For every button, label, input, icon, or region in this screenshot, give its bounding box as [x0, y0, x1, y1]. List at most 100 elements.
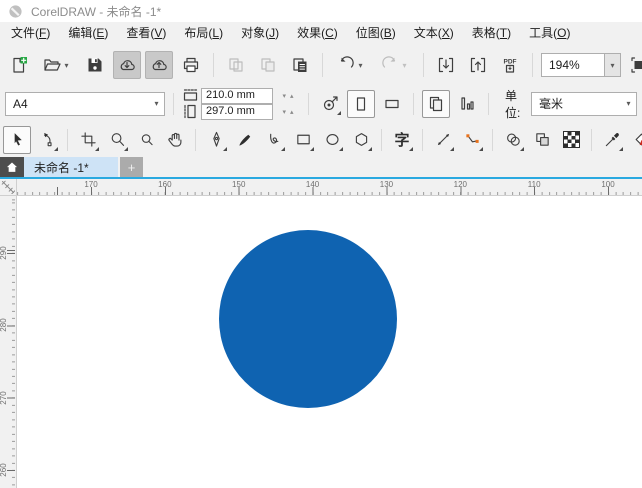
tab-title: 未命名 -1* [34, 160, 89, 175]
pattern-fill-tool[interactable] [558, 127, 584, 153]
menu-bitmaps[interactable]: 位图(B) [347, 22, 405, 45]
publish-to-pdf-button[interactable]: PDF [496, 51, 524, 79]
menu-file[interactable]: 文件(F) [2, 22, 59, 45]
toolbar-separator [423, 53, 424, 77]
ruler-tick-label: 150 [232, 180, 246, 189]
toolbox-separator [381, 128, 382, 151]
crop-tool[interactable] [75, 127, 101, 153]
menu-effects[interactable]: 效果(C) [288, 22, 347, 45]
toolbox-separator [422, 128, 423, 151]
horizontal-ruler[interactable]: 170 160 150 140 130 120 110 100 [17, 179, 642, 196]
cloud-download-button[interactable] [113, 51, 141, 79]
spinner-down-icon[interactable]: ▾ [282, 108, 286, 116]
import-button[interactable] [432, 51, 460, 79]
current-page-size-button[interactable] [454, 91, 480, 117]
print-button[interactable] [177, 51, 205, 79]
undo-button[interactable]: ▾ [331, 51, 371, 79]
pen-tool[interactable] [203, 127, 229, 153]
menu-view[interactable]: 查看(V) [117, 22, 175, 45]
title-bar: CorelDRAW - 未命名 -1* [0, 0, 642, 22]
page-size-combobox[interactable]: A4 ▾ [5, 91, 165, 116]
copy-button[interactable] [254, 51, 282, 79]
home-tab-button[interactable] [0, 157, 24, 177]
rectangle-tool[interactable] [290, 127, 316, 153]
transparency-tool[interactable] [529, 127, 555, 153]
shape-tool[interactable] [34, 127, 60, 153]
caret-down-icon[interactable]: ▾ [149, 93, 164, 115]
caret-down-icon[interactable]: ▾ [400, 61, 410, 70]
page-height-value: 297.0 mm [206, 104, 255, 117]
menu-text[interactable]: 文本(X) [405, 22, 463, 45]
all-pages-size-button[interactable] [422, 89, 450, 118]
checkerboard-icon [562, 131, 580, 148]
pick-tool[interactable] [3, 125, 31, 154]
new-tab-button[interactable]: + [120, 157, 143, 177]
drop-shadow-tool[interactable] [500, 127, 526, 153]
spinner-down-icon[interactable]: ▾ [282, 92, 286, 100]
ruler-tick-label: 290 [0, 246, 8, 260]
text-tool[interactable]: 字 [389, 127, 415, 153]
caret-down-icon[interactable]: ▾ [621, 93, 636, 115]
snap-options-button[interactable] [317, 91, 343, 117]
page-width-field[interactable]: 210.0 mm [201, 87, 273, 104]
landscape-orientation-button[interactable] [379, 91, 405, 117]
caret-down-icon[interactable]: ▾ [62, 61, 72, 70]
spinner-up-icon[interactable]: ▴ [290, 92, 294, 100]
caret-down-icon[interactable]: ▾ [356, 61, 366, 70]
menu-layout[interactable]: 布局(L) [175, 22, 232, 45]
redo-button[interactable]: ▾ [375, 51, 415, 79]
ruler-tick-label: 280 [0, 318, 8, 332]
ellipse-tool[interactable] [319, 127, 345, 153]
paint-tool[interactable] [232, 127, 258, 153]
vertical-ruler[interactable]: 290 280 270 260 [0, 196, 17, 488]
tab-document[interactable]: 未命名 -1* [24, 157, 118, 177]
zoom-level-combobox[interactable]: 194% ▾ [541, 53, 621, 77]
zoom-secondary-tool[interactable] [133, 127, 159, 153]
zoom-tool[interactable] [104, 127, 130, 153]
paste-special-button[interactable] [222, 51, 250, 79]
menu-object[interactable]: 对象(J) [232, 22, 288, 45]
connector-tool[interactable] [459, 127, 485, 153]
text-tool-glyph: 字 [394, 132, 410, 149]
propbar-separator [413, 92, 414, 115]
toolbox-separator [67, 128, 68, 151]
menu-bar: 文件(F) 编辑(E) 查看(V) 布局(L) 对象(J) 效果(C) 位图(B… [0, 22, 642, 45]
drawing-canvas[interactable]: 290 280 270 260 [0, 196, 642, 488]
ruler-tick-label: 260 [0, 463, 8, 477]
full-screen-preview-button[interactable] [625, 51, 642, 79]
page-height-field[interactable]: 297.0 mm [201, 103, 273, 120]
page-width-icon [182, 88, 198, 103]
portrait-orientation-button[interactable] [347, 89, 375, 118]
save-button[interactable] [81, 51, 109, 79]
new-document-button[interactable] [5, 51, 33, 79]
cloud-upload-button[interactable] [145, 51, 173, 79]
export-button[interactable] [464, 51, 492, 79]
menu-edit[interactable]: 编辑(E) [59, 22, 117, 45]
page-area[interactable] [18, 196, 642, 488]
zoom-level-dropdown-button[interactable]: ▾ [604, 54, 620, 76]
color-eyedropper-tool[interactable] [599, 127, 625, 153]
pan-tool[interactable] [162, 127, 188, 153]
ruler-origin-corner[interactable] [0, 179, 17, 196]
menu-tools[interactable]: 工具(O) [520, 22, 579, 45]
menu-table[interactable]: 表格(T) [463, 22, 520, 45]
interactive-fill-tool[interactable] [628, 127, 642, 153]
ellipse-shape[interactable] [219, 230, 397, 408]
ruler-tick-label: 130 [379, 180, 394, 189]
spinner-up-icon[interactable]: ▴ [290, 108, 294, 116]
b-spline-tool[interactable] [261, 127, 287, 153]
dimension-tool[interactable] [430, 127, 456, 153]
units-combobox[interactable]: 毫米 ▾ [531, 91, 637, 116]
units-value: 毫米 [539, 97, 564, 111]
vertical-ruler-major-ticks [7, 196, 15, 488]
page-height-spinner[interactable]: ▾ ▴ [276, 108, 300, 116]
page-height-icon [182, 104, 198, 119]
open-button[interactable]: ▾ [37, 51, 77, 79]
ruler-tick-label: 140 [305, 180, 320, 189]
polygon-tool[interactable] [348, 127, 374, 153]
paste-button[interactable] [286, 51, 314, 79]
svg-text:PDF: PDF [504, 59, 517, 66]
caret-down-icon: ▾ [610, 60, 615, 70]
coreldraw-window: CorelDRAW - 未命名 -1* 文件(F) 编辑(E) 查看(V) 布局… [0, 0, 642, 488]
page-width-spinner[interactable]: ▾ ▴ [276, 92, 300, 100]
